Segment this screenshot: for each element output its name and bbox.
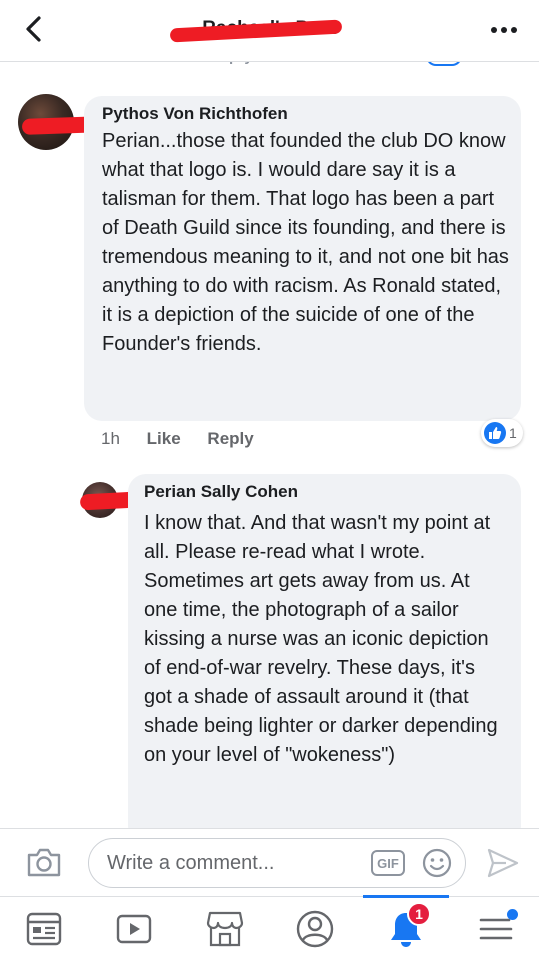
tab-marketplace[interactable] [203, 909, 247, 949]
tab-watch[interactable] [112, 909, 156, 949]
comment-text: Perian...those that founded the club DO … [102, 130, 509, 355]
reaction-count: 1 [509, 425, 517, 441]
active-tab-indicator [363, 895, 449, 898]
like-button[interactable]: Like [147, 429, 181, 448]
comment-placeholder: Write a comment... [107, 852, 275, 874]
thumbs-up-icon [484, 422, 506, 444]
news-feed-icon [26, 912, 62, 946]
comment-text: I know that. And that wasn't my point at… [144, 512, 498, 766]
profile-icon [296, 910, 334, 948]
gif-button[interactable]: GIF [371, 850, 405, 876]
menu-notification-dot [507, 909, 518, 920]
more-options-button[interactable] [487, 16, 521, 44]
comment-input[interactable]: Write a comment... GIF [88, 838, 466, 888]
watch-icon [116, 914, 152, 944]
tab-menu[interactable] [474, 909, 518, 949]
post-comments-screen: Rachael's Post 1h Like Reply Pythos Von … [0, 0, 539, 960]
camera-button[interactable] [26, 846, 62, 878]
comment-composer: Write a comment... GIF [0, 828, 539, 896]
comment-actions: 1h Like Reply [101, 429, 276, 449]
more-dots-icon [491, 27, 517, 33]
comment-bubble: Perian Sally Cohen I know that. And that… [128, 474, 521, 844]
tab-profile[interactable] [293, 909, 337, 949]
send-icon [487, 848, 519, 878]
comment-author[interactable]: Pythos Von Richthofen [102, 104, 288, 124]
tab-news-feed[interactable] [22, 909, 66, 949]
bottom-tab-bar: 1 [0, 895, 539, 960]
camera-icon [27, 848, 61, 877]
reaction-summary[interactable]: 1 [481, 419, 523, 447]
tab-notifications[interactable]: 1 [384, 902, 431, 949]
reply-button[interactable]: Reply [207, 429, 253, 448]
emoji-button[interactable] [421, 847, 453, 879]
send-button[interactable] [486, 846, 520, 880]
comment-author[interactable]: Perian Sally Cohen [144, 482, 298, 502]
marketplace-icon [206, 911, 244, 947]
notifications-badge: 1 [407, 902, 431, 926]
emoji-icon [422, 848, 452, 878]
top-bar: Rachael's Post [0, 0, 539, 62]
comment-bubble: Pythos Von Richthofen Perian...those tha… [84, 96, 521, 421]
comment-time: 1h [101, 429, 120, 448]
